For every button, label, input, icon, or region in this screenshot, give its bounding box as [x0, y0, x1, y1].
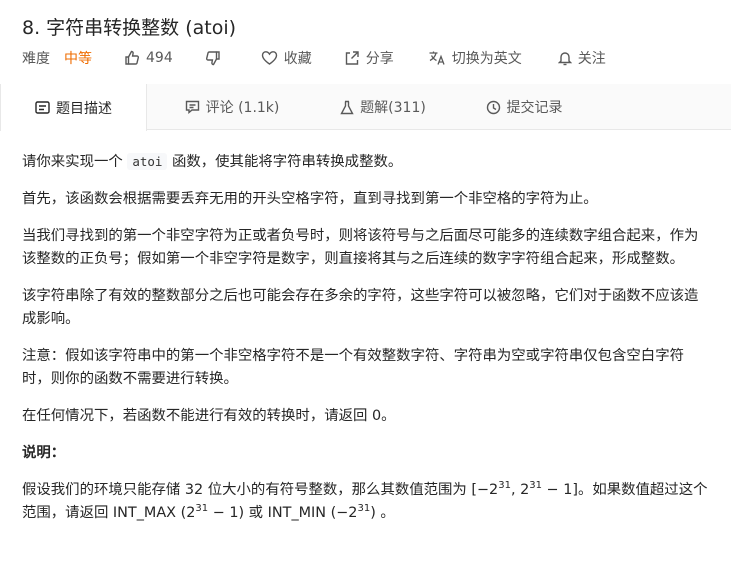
text-span: ) 。	[370, 505, 395, 521]
text-span: 请你来实现一个	[22, 154, 128, 170]
description-paragraph: 在任何情况下，若函数不能进行有效的转换时，请返回 0。	[22, 408, 396, 424]
share-button[interactable]: 分享	[344, 48, 394, 68]
problem-tabs: 题目描述 评论 (1.1k) 题解(311) 提交记录	[0, 84, 731, 131]
text-span: 函数，使其能将字符串转换成整数。	[167, 154, 403, 170]
description-paragraph: 首先，该函数会根据需要丢弃无用的开头空格字符，直到寻找到第一个非空格的字符为止。	[22, 191, 598, 207]
superscript: 31	[529, 480, 542, 492]
description-paragraph: 当我们寻找到的第一个非空字符为正或者负号时，则将该符号与之后面尽可能多的连续数字…	[22, 228, 699, 267]
thumbs-up-icon	[125, 50, 140, 65]
text-span: , 2	[510, 482, 530, 498]
tab-submissions-label: 提交记录	[506, 100, 563, 116]
inline-code: atoi	[127, 153, 168, 170]
tab-solutions-label: 题解(311)	[360, 100, 426, 116]
favorite-button[interactable]: 收藏	[261, 48, 312, 68]
difficulty-label: 难度	[22, 51, 50, 67]
tab-comments[interactable]: 评论 (1.1k)	[147, 84, 317, 130]
superscript: 31	[357, 503, 371, 515]
problem-meta-bar: 难度 中等 494 收藏 分享 切换为英文 关注	[22, 47, 606, 69]
text-span: 假设我们的环境只能存储 32 位大小的有符号整数，那么其数值范围为 [−2	[22, 482, 499, 498]
tab-solutions[interactable]: 题解(311)	[317, 84, 449, 130]
note-heading-text: 说明：	[22, 445, 66, 461]
favorite-label: 收藏	[283, 51, 312, 67]
like-button[interactable]: 494	[124, 50, 173, 66]
tab-submissions[interactable]: 提交记录	[449, 84, 599, 130]
thumbs-down-icon	[205, 51, 220, 66]
like-count: 494	[146, 50, 173, 66]
translate-icon	[429, 51, 445, 65]
superscript: 31	[498, 480, 511, 492]
flask-icon	[340, 100, 354, 114]
dislike-button[interactable]	[205, 50, 221, 66]
description-icon	[35, 101, 50, 114]
switch-language-button[interactable]: 切换为英文	[428, 48, 522, 68]
follow-label: 关注	[577, 51, 606, 67]
text-span: − 1) 或 INT_MIN (−2	[208, 505, 358, 521]
note-heading: 说明：	[22, 442, 712, 465]
problem-description: 请你来实现一个 atoi 函数，使其能将字符串转换成整数。 首先，该函数会根据需…	[22, 150, 712, 525]
description-paragraph: 注意：假如该字符串中的第一个非空格字符不是一个有效整数字符、字符串为空或字符串仅…	[22, 348, 684, 387]
clock-icon	[486, 100, 500, 114]
tab-comments-label: 评论 (1.1k)	[205, 100, 280, 116]
follow-button[interactable]: 关注	[557, 48, 606, 68]
switch-language-label: 切换为英文	[451, 51, 522, 67]
problem-title: 8. 字符串转换整数 (atoi)	[22, 17, 237, 39]
comment-icon	[185, 100, 199, 114]
difficulty-value: 中等	[64, 51, 92, 67]
description-paragraph: 请你来实现一个 atoi 函数，使其能将字符串转换成整数。	[22, 150, 712, 174]
tab-description-label: 题目描述	[56, 100, 112, 117]
tab-description[interactable]: 题目描述	[0, 84, 147, 131]
share-icon	[345, 51, 359, 65]
description-paragraph: 该字符串除了有效的整数部分之后也可能会存在多余的字符，这些字符可以被忽略，它们对…	[22, 288, 699, 327]
heart-icon	[261, 51, 277, 65]
share-label: 分享	[365, 51, 394, 67]
superscript: 31	[195, 503, 209, 515]
description-paragraph: 假设我们的环境只能存储 32 位大小的有符号整数，那么其数值范围为 [−231,…	[22, 479, 712, 525]
bell-icon	[557, 52, 572, 66]
